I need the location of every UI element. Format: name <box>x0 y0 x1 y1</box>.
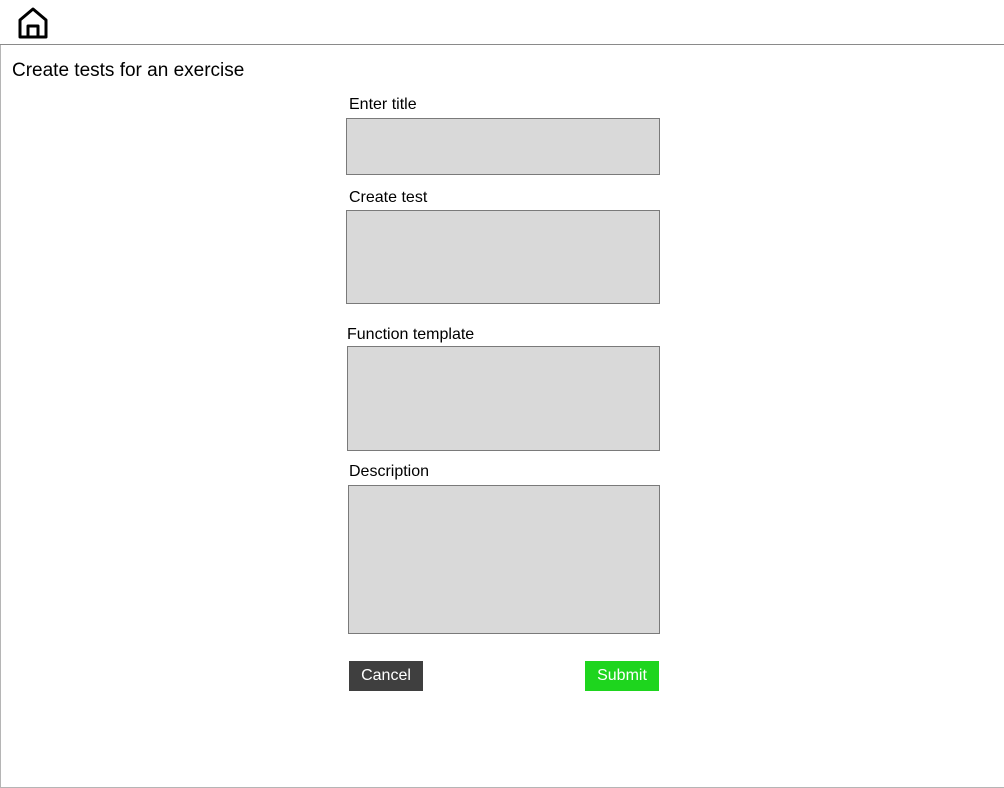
home-icon <box>18 7 48 39</box>
title-label: Enter title <box>349 96 417 113</box>
title-input[interactable] <box>346 118 660 175</box>
cancel-button[interactable]: Cancel <box>349 661 423 691</box>
description-textarea[interactable] <box>348 485 660 634</box>
home-button[interactable] <box>17 6 49 40</box>
template-textarea[interactable] <box>347 346 660 451</box>
test-label: Create test <box>349 189 428 206</box>
top-bar <box>0 0 1004 45</box>
page-title: Create tests for an exercise <box>12 60 245 81</box>
description-label: Description <box>349 463 430 480</box>
template-label: Function template <box>347 326 475 343</box>
test-textarea[interactable] <box>346 210 660 304</box>
submit-button[interactable]: Submit <box>585 661 659 691</box>
